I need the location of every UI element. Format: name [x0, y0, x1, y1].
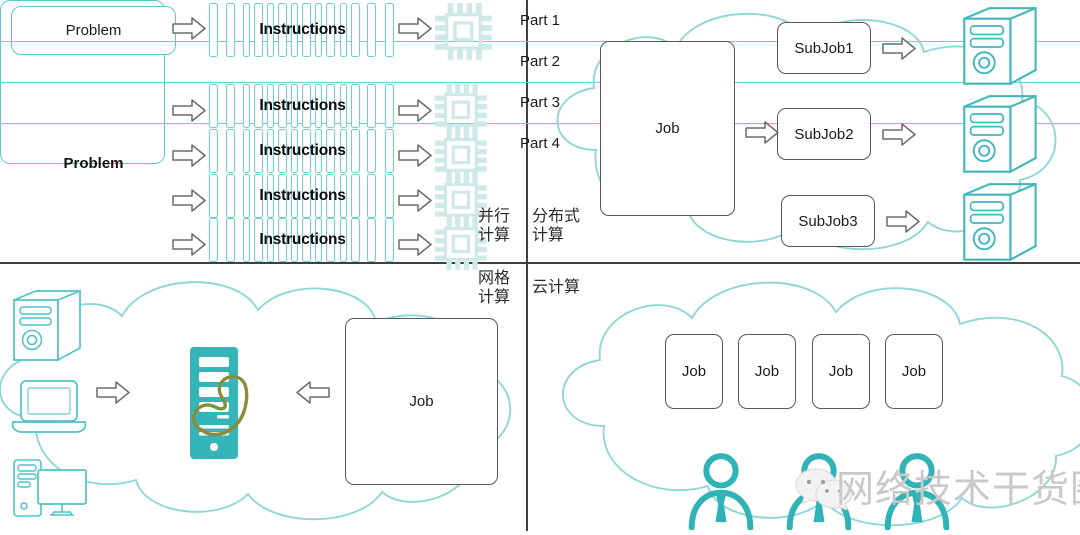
server-tower-icon: [958, 4, 1044, 95]
job-label: Job: [901, 363, 927, 380]
instructions-label: Instructions: [259, 142, 346, 159]
desktop-pc-icon: [8, 452, 98, 527]
block-arrow-right-icon: [398, 98, 432, 123]
quadrant-label-distributed-computing: 分布式 计算: [532, 206, 581, 244]
instructions-barcode: Instructions: [207, 129, 398, 173]
cpu-chip-icon: [434, 2, 493, 66]
job-label: Job: [828, 363, 854, 380]
instructions-barcode: Instructions: [207, 218, 398, 262]
instructions-label: Instructions: [259, 21, 346, 38]
subjob-box: SubJob1: [777, 22, 871, 74]
watermark-text: 网络技术干货圈: [836, 467, 1080, 511]
cloud-job-box: Job: [738, 334, 796, 409]
job-label: Job: [655, 120, 680, 137]
block-arrow-right-icon: [172, 188, 206, 213]
block-arrow-right-icon: [745, 120, 779, 145]
block-arrow-right-icon: [886, 209, 920, 234]
block-arrow-right-icon: [96, 380, 130, 405]
person-icon: [688, 450, 754, 535]
instructions-barcode: Instructions: [207, 84, 398, 128]
job-label: Job: [754, 363, 780, 380]
block-arrow-right-icon: [882, 36, 916, 61]
block-arrow-left-icon: [296, 380, 330, 405]
block-arrow-right-icon: [882, 122, 916, 147]
instructions-barcode: Instructions: [207, 174, 398, 218]
cloud-job-box: Job: [812, 334, 870, 409]
laptop-icon: [8, 378, 90, 445]
quadrant-label-parallel-computing: 并行 计算: [478, 206, 511, 244]
job-label: Job: [409, 393, 434, 410]
problem-overlay-label: Problem: [63, 155, 124, 172]
quadrant-label-cloud-computing: 云计算: [532, 277, 581, 296]
problem-parts-box: Part 1 Part 2 Part 3 Part 4: [0, 0, 1080, 164]
diagram-canvas: Problem Part 1 Part 2 Part 3 Part 4 Prob…: [0, 0, 1080, 531]
block-arrow-right-icon: [398, 143, 432, 168]
instructions-barcode: Instructions: [207, 3, 398, 57]
server-tower-icon: [958, 180, 1044, 271]
subjob-label: SubJob1: [794, 39, 854, 57]
subjob-box: SubJob2: [777, 108, 871, 160]
cloud-job-box: Job: [885, 334, 943, 409]
instructions-label: Instructions: [259, 231, 346, 248]
block-arrow-right-icon: [172, 143, 206, 168]
subjob-box: SubJob3: [781, 195, 875, 247]
block-arrow-right-icon: [172, 232, 206, 257]
subjob-label: SubJob3: [798, 212, 858, 230]
server-tower-icon: [958, 92, 1044, 183]
instructions-label: Instructions: [259, 187, 346, 204]
instructions-label: Instructions: [259, 97, 346, 114]
job-box: Job: [345, 318, 498, 485]
job-box: Job: [600, 41, 735, 216]
block-arrow-right-icon: [172, 98, 206, 123]
server-tower-icon: [8, 288, 90, 371]
quadrant-divider-horizontal: [0, 262, 1080, 264]
subjob-label: SubJob2: [794, 125, 854, 143]
block-arrow-right-icon: [172, 16, 206, 41]
cloud-job-box: Job: [665, 334, 723, 409]
block-arrow-right-icon: [398, 188, 432, 213]
job-label: Job: [681, 363, 707, 380]
quadrant-label-grid-computing: 网格 计算: [478, 268, 511, 306]
block-arrow-right-icon: [398, 16, 432, 41]
snake-squiggle-icon: [184, 355, 256, 450]
block-arrow-right-icon: [398, 232, 432, 257]
